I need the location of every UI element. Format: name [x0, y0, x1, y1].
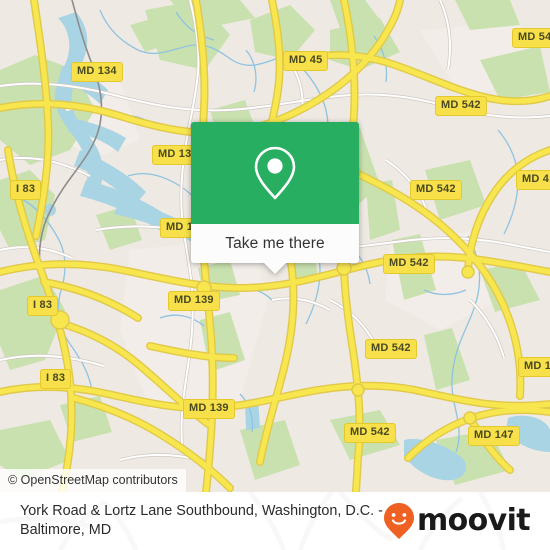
moovit-logo[interactable]: moovit	[383, 502, 536, 540]
take-me-there-label: Take me there	[225, 234, 325, 252]
road-shield: MD 134	[71, 62, 123, 82]
road-shield: MD 45	[283, 51, 329, 71]
road-shield: MD 139	[168, 291, 220, 311]
road-shield: MD 41	[516, 170, 550, 190]
road-shield: MD 54	[512, 28, 550, 48]
map-attribution[interactable]: © OpenStreetMap contributors	[0, 469, 186, 492]
road-shield: I 83	[40, 369, 72, 389]
station-title: York Road & Lortz Lane Southbound, Washi…	[20, 503, 383, 538]
road-shield: MD 542	[365, 339, 417, 359]
location-popup-card[interactable]: Take me there	[191, 122, 359, 274]
road-shield: MD 542	[344, 423, 396, 443]
moovit-wordmark: moovit	[416, 503, 531, 538]
road-shield: I 83	[27, 296, 59, 316]
bottom-info-bar: York Road & Lortz Lane Southbound, Washi…	[0, 492, 550, 550]
road-shield: MD 542	[383, 254, 435, 274]
take-me-there-button[interactable]: Take me there	[191, 224, 359, 274]
popup-tail-pointer	[264, 263, 286, 274]
road-shield: MD 139	[183, 399, 235, 419]
map-pin-icon	[254, 146, 296, 200]
road-shield: MD 542	[410, 180, 462, 200]
road-shield: MD 542	[435, 96, 487, 116]
road-shield: MD 14	[518, 357, 550, 377]
popup-pin-area	[191, 122, 359, 224]
map-screenshot: MD 134MD 45MD 542MD 54MD 13MD 542MD 41MD…	[0, 0, 550, 550]
road-shield: MD 147	[468, 426, 520, 446]
road-shield: I 83	[10, 180, 42, 200]
moovit-smiley-pin-icon	[383, 503, 414, 539]
